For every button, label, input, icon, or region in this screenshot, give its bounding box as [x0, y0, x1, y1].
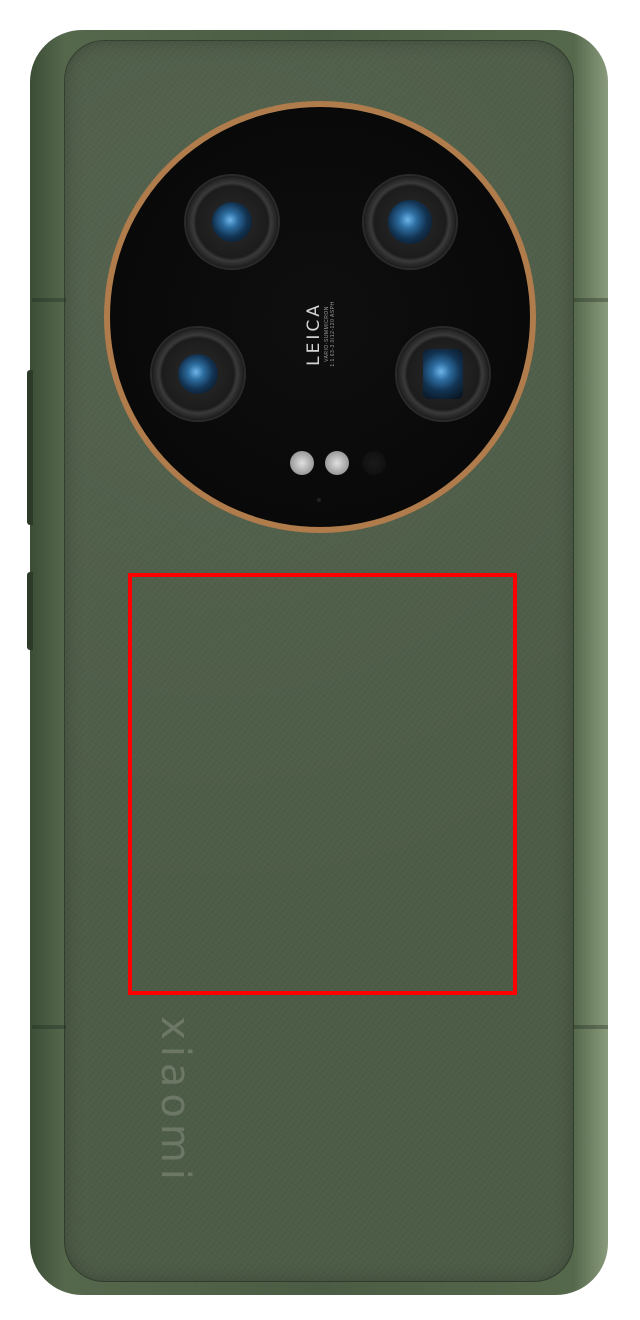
sensor-icon — [362, 451, 386, 475]
rail-seam — [32, 298, 66, 302]
power-button — [27, 572, 33, 650]
lens-bottom-left — [152, 328, 244, 420]
lens-top-right — [364, 176, 456, 268]
lens-spec-line-2: 1:1.63-3.0/12-120 ASPH — [330, 301, 336, 367]
leica-branding: LEICA VARIO-SUMMICRON 1:1.63-3.0/12-120 … — [304, 284, 336, 384]
mic-hole — [317, 498, 321, 502]
lens-periscope — [397, 328, 489, 420]
rail-seam — [574, 298, 608, 302]
brand-logo: xiaomi — [152, 1016, 198, 1186]
product-image: LEICA VARIO-SUMMICRON 1:1.63-3.0/12-120 … — [0, 0, 640, 1320]
leica-logo-text: LEICA — [304, 302, 324, 366]
flash-icon — [290, 451, 314, 475]
volume-button — [27, 370, 33, 525]
rail-seam — [574, 1025, 608, 1029]
highlight-box — [128, 573, 517, 995]
lens-top-left — [186, 176, 278, 268]
flash-icon — [325, 451, 349, 475]
rail-seam — [32, 1025, 66, 1029]
